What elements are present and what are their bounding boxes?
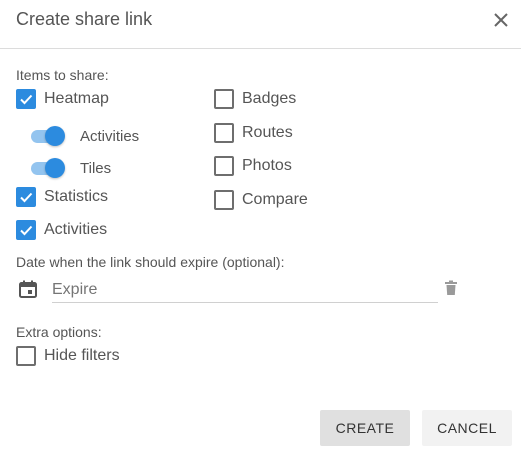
checkbox-hide-filters[interactable]: Hide filters [16,345,120,367]
checkbox-heatmap[interactable]: Heatmap [16,88,109,110]
hide-filters-label: Hide filters [44,347,120,364]
cancel-button[interactable]: CANCEL [422,410,512,446]
checkbox-activities[interactable]: Activities [16,219,107,241]
statistics-checkbox-box[interactable] [16,187,36,207]
heatmap-checkbox-box[interactable] [16,89,36,109]
activities-checkbox-box[interactable] [16,220,36,240]
calendar-icon[interactable] [18,279,38,299]
checkbox-statistics[interactable]: Statistics [16,186,108,208]
compare-label: Compare [242,191,308,208]
toggle-tiles-label: Tiles [80,159,112,177]
statistics-label: Statistics [44,188,109,205]
tiles-toggle-switch[interactable] [30,158,66,178]
routes-label: Routes [242,124,293,141]
routes-checkbox-box[interactable] [214,123,234,143]
toggle-heatmap-tiles[interactable]: Tiles [30,157,111,179]
share-link-dialog: Create share link Items to share: Heatma… [0,0,521,455]
checkbox-badges[interactable]: Badges [214,88,296,110]
hide-filters-checkbox-box[interactable] [16,346,36,366]
badges-checkbox-box[interactable] [214,89,234,109]
close-icon[interactable] [492,11,510,29]
checkbox-routes[interactable]: Routes [214,122,293,144]
trash-icon[interactable] [444,280,458,296]
activities-toggle-switch[interactable] [30,126,66,146]
checkbox-compare[interactable]: Compare [214,189,308,211]
heatmap-label: Heatmap [44,90,109,107]
photos-label: Photos [242,157,292,174]
extra-options-label: Extra options: [16,324,102,340]
checkbox-photos[interactable]: Photos [214,155,292,177]
activities-label: Activities [44,221,108,238]
items-to-share-label: Items to share: [16,67,109,83]
photos-checkbox-box[interactable] [214,156,234,176]
dialog-title: Create share link [16,9,153,29]
expiry-label: Date when the link should expire (option… [16,254,285,270]
toggle-heatmap-activities[interactable]: Activities [30,125,139,147]
compare-checkbox-box[interactable] [214,190,234,210]
badges-label: Badges [242,90,297,107]
expiry-date-input[interactable] [52,278,438,303]
toggle-activities-label: Activities [80,127,140,145]
expiry-date-field [16,278,461,306]
create-button[interactable]: CREATE [320,410,410,446]
title-divider [0,48,521,49]
